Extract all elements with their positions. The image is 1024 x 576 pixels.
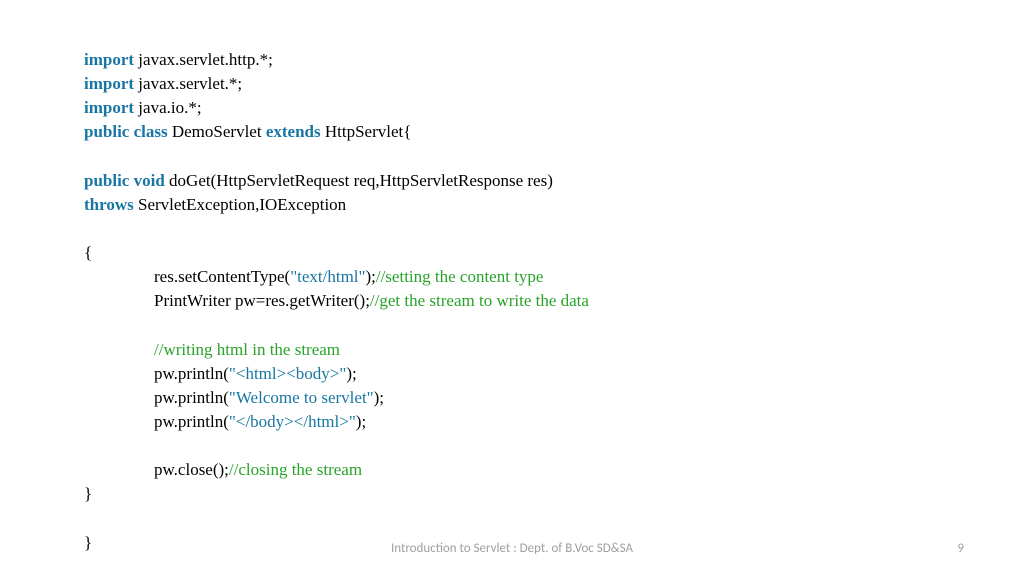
keyword: throws bbox=[84, 195, 134, 214]
code-text: res.setContentType( bbox=[154, 267, 290, 286]
code-text: java.io.*; bbox=[134, 98, 202, 117]
code-text: pw.close(); bbox=[154, 460, 229, 479]
code-text: javax.servlet.*; bbox=[134, 74, 242, 93]
code-text: HttpServlet{ bbox=[321, 122, 412, 141]
code-line: res.setContentType("text/html");//settin… bbox=[84, 265, 1024, 289]
code-text: ); bbox=[346, 364, 356, 383]
code-line: throws ServletException,IOException bbox=[84, 193, 1024, 217]
code-text: DemoServlet bbox=[168, 122, 266, 141]
page-number: 9 bbox=[957, 541, 964, 556]
string-literal: "text/html" bbox=[290, 267, 365, 286]
code-text: ); bbox=[356, 412, 366, 431]
comment: //setting the content type bbox=[376, 267, 544, 286]
code-text: pw.println( bbox=[154, 412, 229, 431]
blank-line bbox=[84, 217, 1024, 241]
comment: //get the stream to write the data bbox=[370, 291, 589, 310]
code-line: import javax.servlet.*; bbox=[84, 72, 1024, 96]
comment: //closing the stream bbox=[229, 460, 362, 479]
code-line: PrintWriter pw=res.getWriter();//get the… bbox=[84, 289, 1024, 313]
code-line: pw.println("</body></html>"); bbox=[84, 410, 1024, 434]
code-text: pw.println( bbox=[154, 388, 229, 407]
code-text: ); bbox=[374, 388, 384, 407]
comment: //writing html in the stream bbox=[154, 340, 340, 359]
code-block: import javax.servlet.http.*; import java… bbox=[0, 0, 1024, 555]
code-text: PrintWriter pw=res.getWriter(); bbox=[154, 291, 370, 310]
keyword: public class bbox=[84, 122, 168, 141]
code-text: javax.servlet.http.*; bbox=[134, 50, 273, 69]
slide-footer: Introduction to Servlet : Dept. of B.Voc… bbox=[0, 541, 1024, 556]
string-literal: "Welcome to servlet" bbox=[229, 388, 374, 407]
string-literal: "</body></html>" bbox=[229, 412, 356, 431]
code-line: public class DemoServlet extends HttpSer… bbox=[84, 120, 1024, 144]
keyword: extends bbox=[266, 122, 321, 141]
code-text: } bbox=[84, 484, 92, 503]
code-text: pw.println( bbox=[154, 364, 229, 383]
keyword: import bbox=[84, 74, 134, 93]
code-text: ); bbox=[365, 267, 375, 286]
keyword: import bbox=[84, 50, 134, 69]
keyword: public void bbox=[84, 171, 165, 190]
code-line: { bbox=[84, 241, 1024, 265]
code-line: public void doGet(HttpServletRequest req… bbox=[84, 169, 1024, 193]
code-line: } bbox=[84, 482, 1024, 506]
blank-line bbox=[84, 434, 1024, 458]
code-line: import java.io.*; bbox=[84, 96, 1024, 120]
code-text: doGet(HttpServletRequest req,HttpServlet… bbox=[165, 171, 553, 190]
blank-line bbox=[84, 145, 1024, 169]
blank-line bbox=[84, 313, 1024, 337]
blank-line bbox=[84, 506, 1024, 530]
code-line: //writing html in the stream bbox=[84, 338, 1024, 362]
string-literal: "<html><body>" bbox=[229, 364, 346, 383]
code-line: pw.println("Welcome to servlet"); bbox=[84, 386, 1024, 410]
code-line: pw.println("<html><body>"); bbox=[84, 362, 1024, 386]
code-line: pw.close();//closing the stream bbox=[84, 458, 1024, 482]
code-text: ServletException,IOException bbox=[134, 195, 346, 214]
keyword: import bbox=[84, 98, 134, 117]
code-text: { bbox=[84, 243, 92, 262]
code-line: import javax.servlet.http.*; bbox=[84, 48, 1024, 72]
